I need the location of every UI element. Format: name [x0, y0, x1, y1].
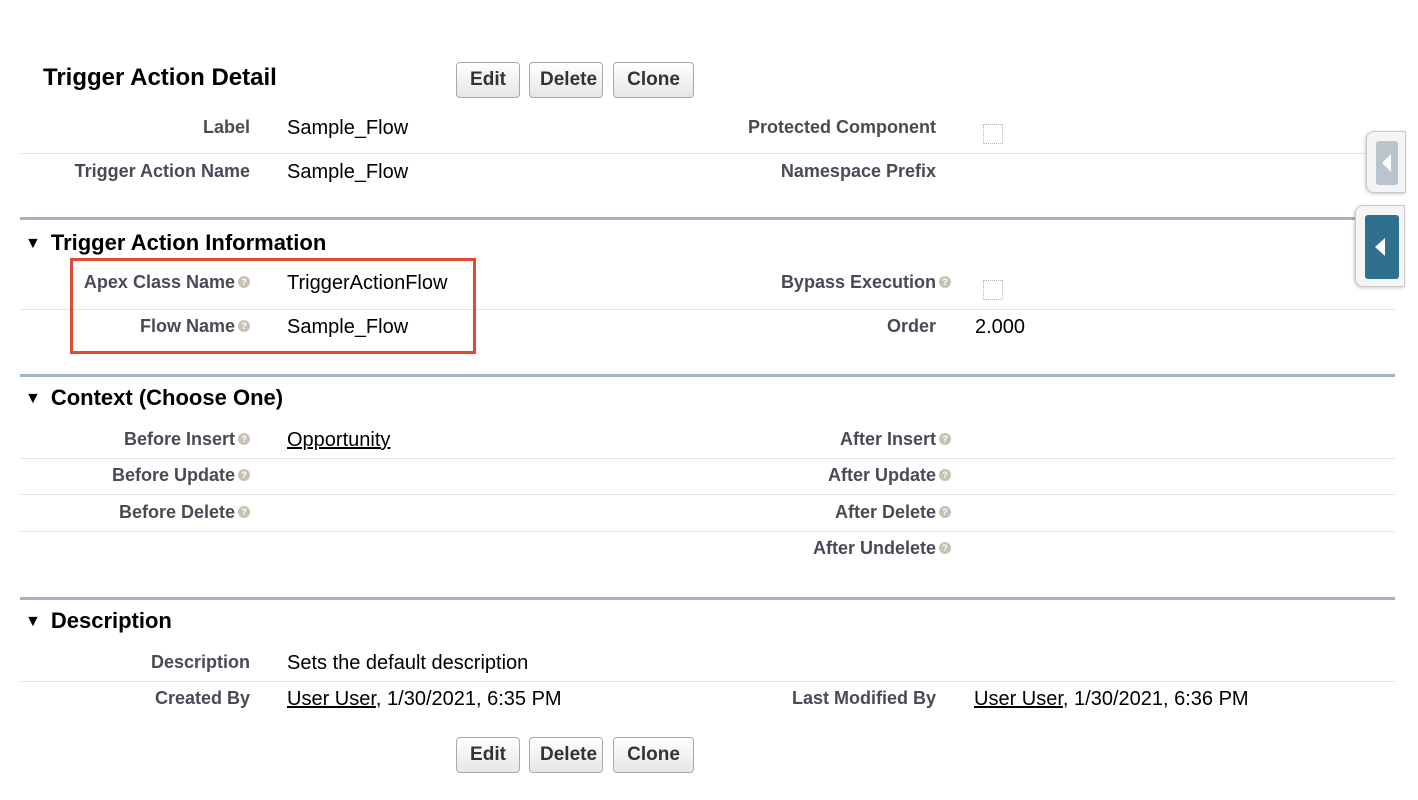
collapse-triangle-icon[interactable]: ▼ — [25, 235, 41, 253]
created-by-user-link[interactable]: User User — [287, 688, 376, 710]
after-insert-label: After Insert? — [701, 429, 951, 450]
page-title: Trigger Action Detail — [43, 64, 277, 91]
label-field-value: Sample_Flow — [287, 117, 409, 139]
after-undelete-label: After Undelete? — [701, 538, 951, 559]
sidebar-toggle-tab[interactable] — [1366, 131, 1406, 193]
after-delete-label: After Delete? — [701, 502, 951, 523]
section-header-trigger-action-information[interactable]: ▼ Trigger Action Information — [25, 230, 326, 256]
description-value: Sets the default description — [287, 652, 529, 674]
last-modified-by-user-link[interactable]: User User — [974, 688, 1063, 710]
section-title: Context (Choose One) — [50, 385, 284, 410]
bypass-execution-checkbox — [983, 280, 1003, 300]
section-rule — [20, 597, 1395, 600]
highlight-box — [70, 258, 476, 354]
help-icon[interactable]: ? — [939, 506, 951, 519]
help-icon[interactable]: ? — [238, 469, 250, 482]
trigger-action-name-label: Trigger Action Name — [74, 161, 250, 181]
row-divider — [20, 494, 1395, 495]
created-by-label: Created By — [154, 688, 250, 708]
row-divider — [20, 531, 1395, 532]
sidebar-toggle-tab-active[interactable] — [1355, 205, 1405, 287]
after-update-label: After Update? — [701, 465, 951, 486]
section-title: Description — [50, 608, 172, 633]
help-icon[interactable]: ? — [238, 506, 250, 519]
created-by-value: User User, 1/30/2021, 6:35 PM — [287, 688, 562, 711]
opportunity-link[interactable]: Opportunity — [287, 429, 390, 451]
help-icon[interactable]: ? — [238, 433, 250, 446]
help-icon[interactable]: ? — [939, 469, 951, 482]
sidebar-toggle-inner — [1376, 141, 1398, 185]
label-field-label: Label — [202, 117, 250, 137]
protected-component-checkbox — [983, 124, 1003, 144]
delete-button[interactable]: Delete — [529, 62, 603, 98]
clone-button[interactable]: Clone — [613, 62, 694, 98]
order-label: Order — [886, 316, 936, 336]
protected-component-label: Protected Component — [747, 117, 936, 137]
help-icon[interactable]: ? — [939, 433, 951, 446]
row-divider — [20, 681, 1395, 682]
clone-button-bottom[interactable]: Clone — [613, 737, 694, 773]
help-icon[interactable]: ? — [939, 542, 951, 555]
section-header-context[interactable]: ▼ Context (Choose One) — [25, 385, 283, 411]
collapse-triangle-icon[interactable]: ▼ — [25, 613, 41, 631]
sidebar-toggle-inner — [1365, 215, 1399, 279]
chevron-left-icon — [1375, 238, 1385, 256]
before-insert-value[interactable]: Opportunity — [287, 429, 390, 452]
collapse-triangle-icon[interactable]: ▼ — [25, 390, 41, 408]
description-label: Description — [150, 652, 250, 672]
chevron-left-icon — [1382, 154, 1391, 172]
created-by-date: , 1/30/2021, 6:35 PM — [375, 688, 562, 710]
bypass-execution-label: Bypass Execution? — [701, 272, 951, 293]
last-modified-by-label: Last Modified By — [791, 688, 936, 708]
section-rule — [20, 374, 1395, 377]
before-update-label: Before Update? — [0, 465, 250, 486]
delete-button-bottom[interactable]: Delete — [529, 737, 603, 773]
row-divider — [20, 458, 1395, 459]
before-delete-label: Before Delete? — [0, 502, 250, 523]
edit-button-bottom[interactable]: Edit — [456, 737, 520, 773]
section-rule — [20, 217, 1395, 220]
last-modified-by-date: , 1/30/2021, 6:36 PM — [1062, 688, 1249, 710]
row-divider — [20, 153, 1395, 154]
before-insert-label: Before Insert? — [0, 429, 250, 450]
section-title: Trigger Action Information — [50, 230, 327, 255]
namespace-prefix-label: Namespace Prefix — [780, 161, 936, 181]
last-modified-by-value: User User, 1/30/2021, 6:36 PM — [974, 688, 1249, 711]
edit-button[interactable]: Edit — [456, 62, 520, 98]
order-value: 2.000 — [975, 316, 1026, 338]
section-header-description[interactable]: ▼ Description — [25, 608, 172, 634]
help-icon[interactable]: ? — [939, 276, 951, 289]
trigger-action-name-value: Sample_Flow — [287, 161, 409, 183]
